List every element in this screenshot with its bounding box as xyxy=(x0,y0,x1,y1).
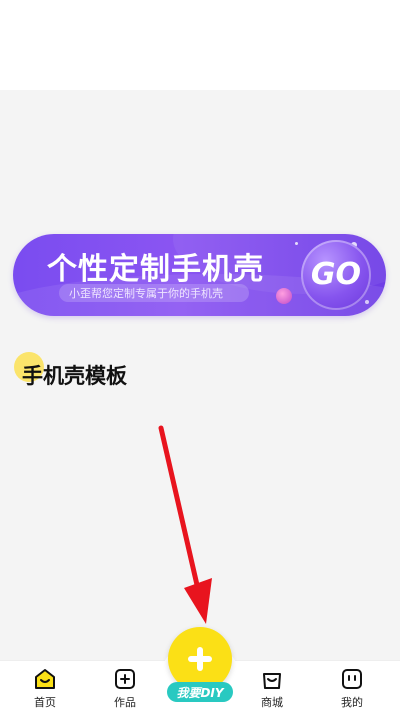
profile-icon xyxy=(342,669,362,689)
nav-item-home[interactable]: 首页 xyxy=(17,667,73,711)
add-square-icon xyxy=(115,669,135,689)
sparkle-decoration xyxy=(365,300,369,304)
custom-phone-case-banner[interactable]: 个性定制手机壳 小歪帮您定制专属于你的手机壳 GO xyxy=(13,234,386,316)
shopping-bag-icon xyxy=(263,673,281,689)
banner-subtitle: 小歪帮您定制专属于你的手机壳 xyxy=(69,287,223,300)
go-button[interactable]: GO xyxy=(301,240,371,310)
section-title: 手机壳模板 xyxy=(22,364,127,388)
nav-label-works: 作品 xyxy=(114,696,136,709)
home-icon xyxy=(35,669,55,689)
nav-label-shop: 商城 xyxy=(261,696,283,709)
annotation-arrow xyxy=(158,425,212,624)
nav-item-mine[interactable]: 我的 xyxy=(324,667,380,711)
nav-label-mine: 我的 xyxy=(341,696,363,709)
nav-item-shop[interactable]: 商城 xyxy=(244,667,300,711)
bubble-decoration xyxy=(276,288,292,304)
top-blank-area xyxy=(0,0,400,90)
plus-icon xyxy=(197,647,203,671)
banner-title: 个性定制手机壳 xyxy=(47,252,264,287)
go-label: GO xyxy=(310,257,362,292)
sparkle-decoration xyxy=(295,242,298,245)
nav-label-home: 首页 xyxy=(34,696,56,709)
nav-item-works[interactable]: 作品 xyxy=(97,667,153,711)
diy-label-badge[interactable]: 我要DIY xyxy=(167,682,233,702)
